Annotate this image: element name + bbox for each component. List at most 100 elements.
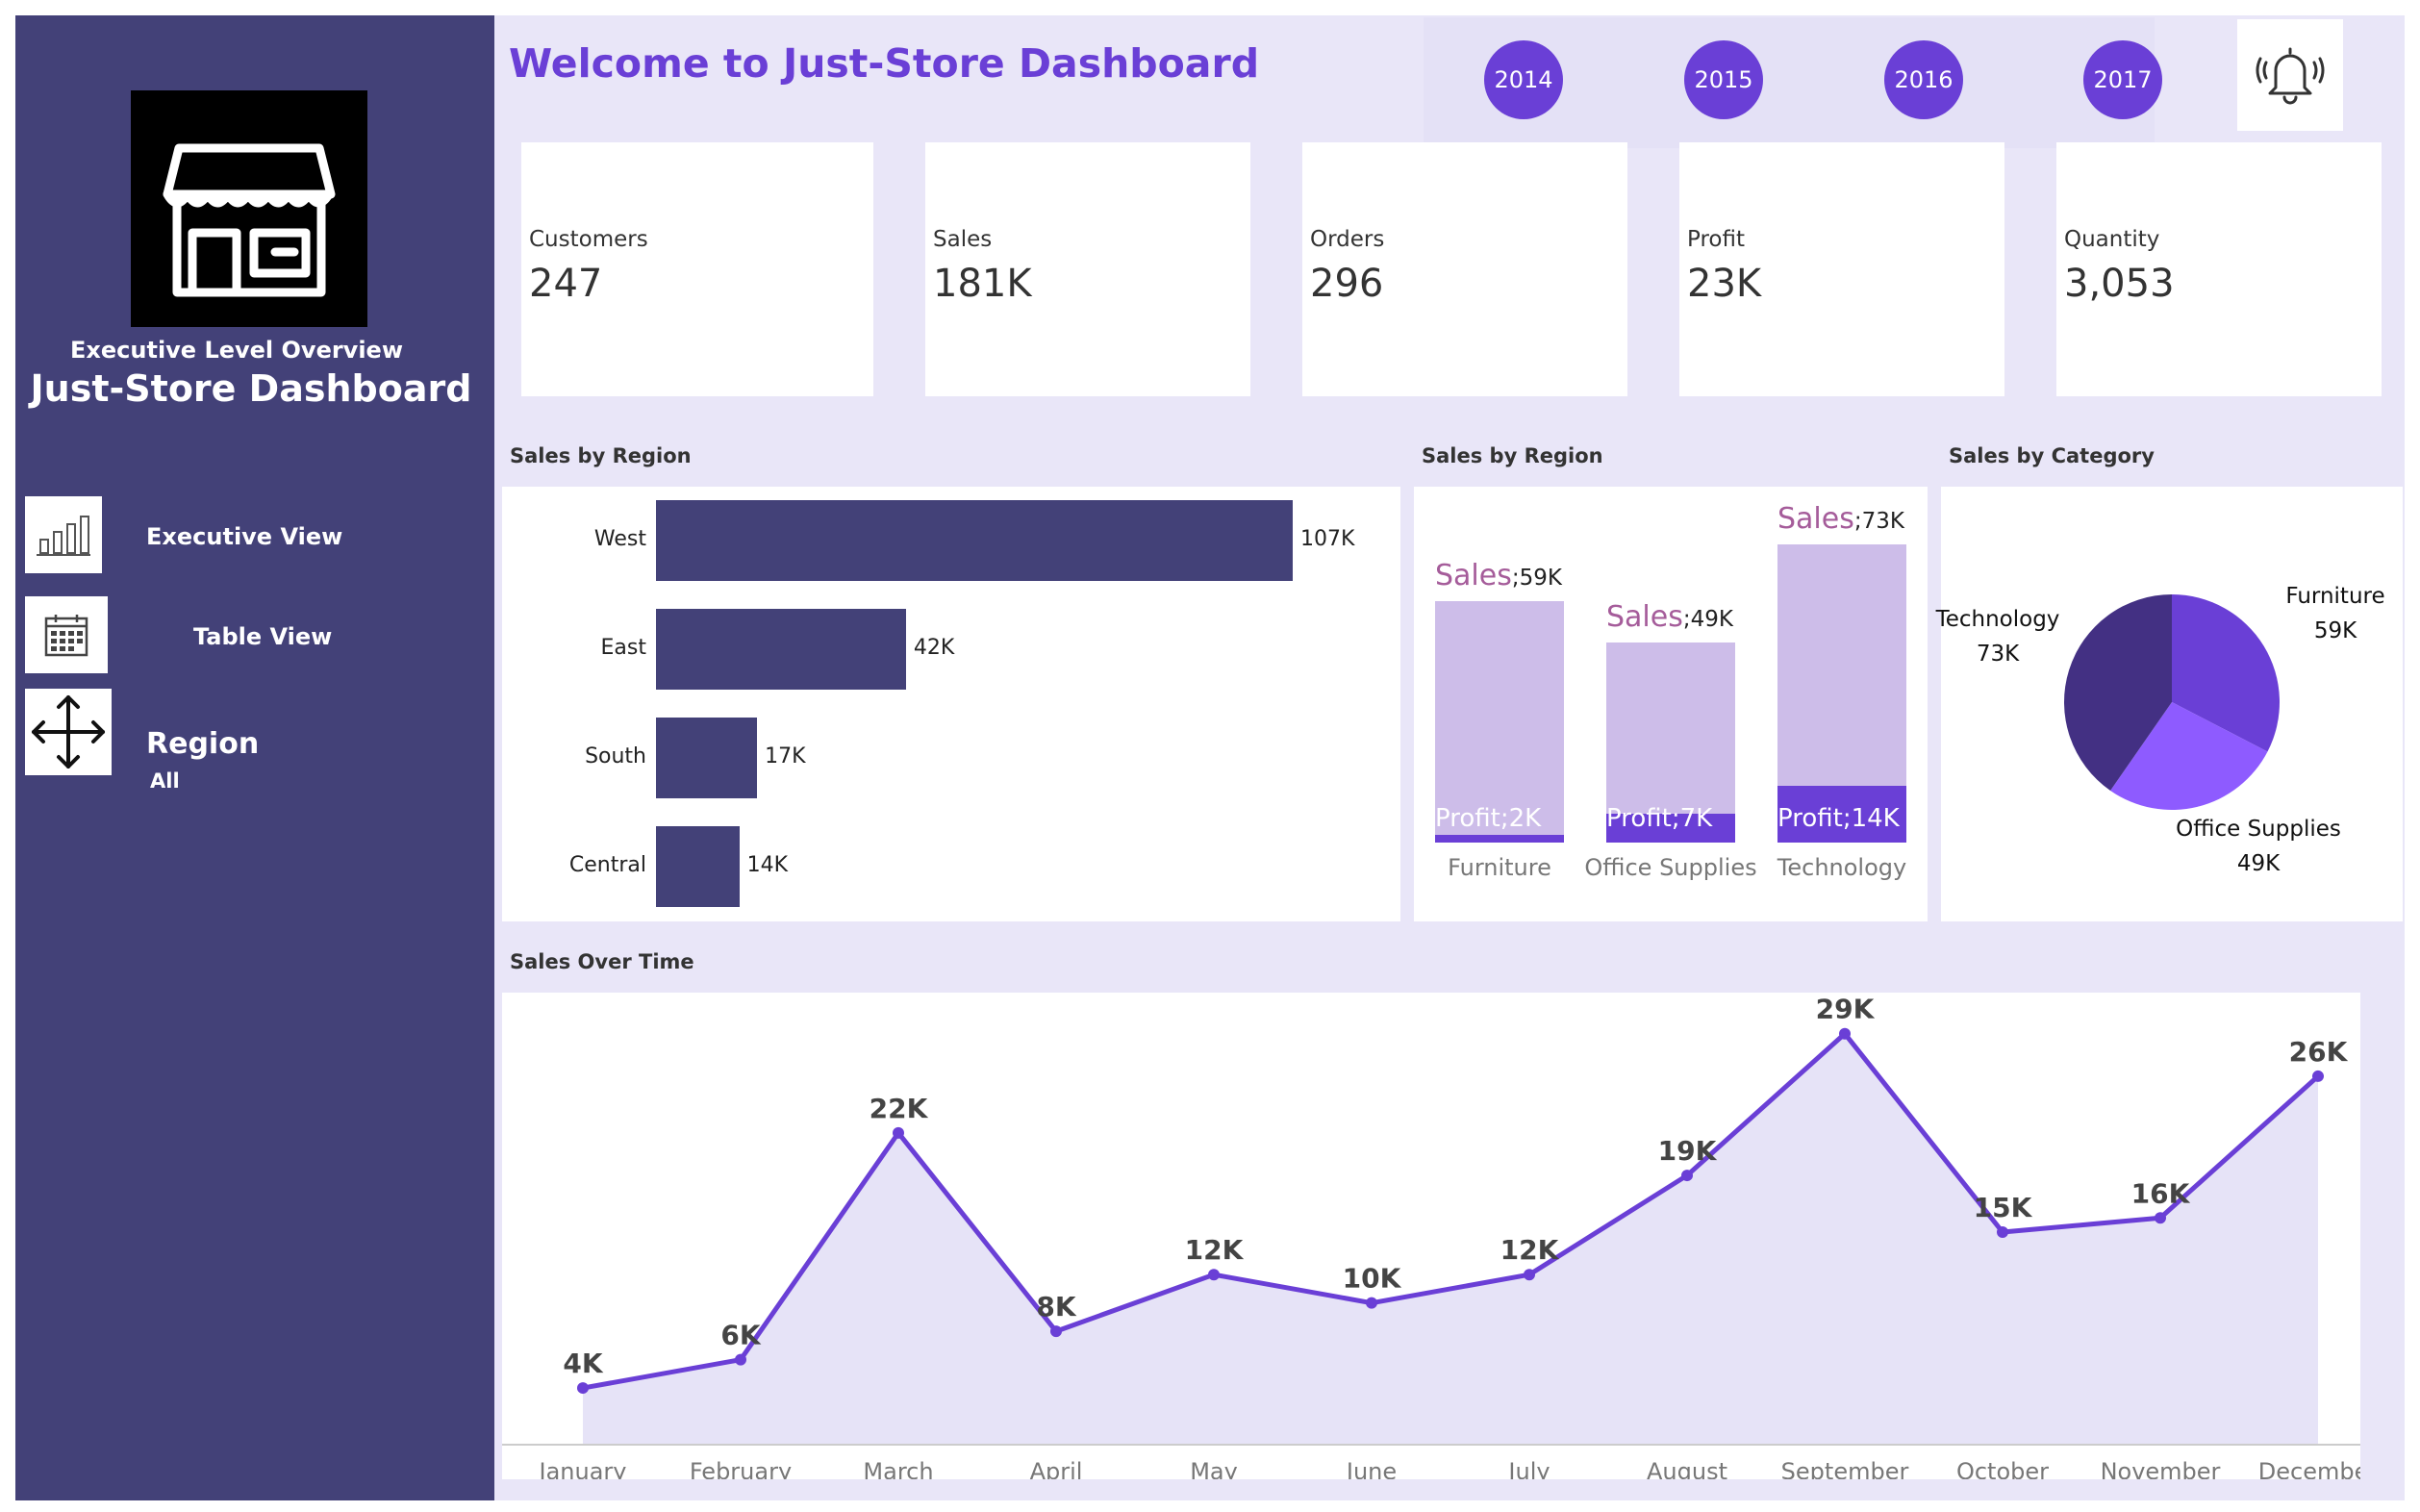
chart-title-sales-by-category-bars: Sales by Region [1422, 444, 1603, 467]
sales-by-category-pie-chart: Furniture 59K Office Supplies 49K Technology… [1936, 487, 2403, 921]
data-point[interactable] [1524, 1269, 1535, 1281]
year-button-2017[interactable]: 2017 [2083, 40, 2162, 119]
data-point[interactable] [1208, 1269, 1220, 1281]
bar [656, 500, 1293, 581]
sales-value-label: Sales;59K [1435, 559, 1562, 592]
move-arrows-icon[interactable] [25, 689, 112, 775]
series-name: Sales [1606, 599, 1683, 634]
profit-value-label: Profit;2K [1435, 804, 1542, 833]
pie-label-value: 59K [2313, 618, 2357, 643]
pie-label: Technology 73K [1935, 602, 2060, 671]
bar-value-label: 42K [913, 636, 955, 660]
kpi-card-orders: Orders 296 [1302, 142, 1627, 396]
data-label: 4K [563, 1348, 603, 1379]
pie-label-value: 73K [1976, 642, 2020, 667]
region-filter-value[interactable]: All [150, 769, 180, 793]
kpi-label: Profit [1687, 227, 1745, 252]
data-label: 29K [1816, 994, 1876, 1025]
data-point[interactable] [1839, 1027, 1851, 1040]
region-filter-label: Region [146, 727, 260, 761]
data-label: 26K [2289, 1036, 2349, 1068]
pie-label-name: Furniture [2285, 584, 2385, 609]
data-point[interactable] [893, 1126, 904, 1139]
x-tick-label: July [1506, 1458, 1550, 1479]
kpi-value: 23K [1687, 262, 1762, 306]
series-value: ;59K [1511, 566, 1562, 592]
data-label: 6K [720, 1320, 761, 1351]
chart-title-sales-by-region: Sales by Region [510, 444, 692, 467]
chart-title-sales-over-time: Sales Over Time [510, 950, 694, 973]
bar-chart-icon[interactable] [25, 496, 102, 573]
kpi-label: Quantity [2064, 227, 2160, 252]
series-name: Sales [1777, 502, 1854, 536]
sidebar-title: Just-Store Dashboard [30, 367, 472, 410]
x-tick-label: December [2258, 1458, 2360, 1479]
data-label: 16K [2131, 1177, 2191, 1209]
kpi-value: 181K [933, 262, 1032, 306]
data-point[interactable] [735, 1353, 746, 1366]
pie-label: Office Supplies 49K [2162, 812, 2355, 881]
notification-button[interactable] [2237, 19, 2343, 131]
data-label: 22K [870, 1093, 929, 1124]
kpi-card-customers: Customers 247 [521, 142, 873, 396]
profit-bar [1435, 834, 1564, 843]
sales-value-label: Sales;49K [1606, 600, 1733, 634]
data-point[interactable] [577, 1382, 589, 1395]
pie-label: Furniture 59K [2268, 579, 2403, 648]
data-label: 15K [1974, 1192, 2033, 1223]
bar [656, 718, 758, 798]
sales-over-time-chart: 4K January 6K February 22K March 8K April 12K May… [502, 993, 2378, 1485]
data-point[interactable] [1050, 1325, 1062, 1338]
calendar-icon[interactable] [25, 596, 108, 673]
store-icon [163, 143, 336, 297]
data-point[interactable] [1997, 1226, 2008, 1238]
kpi-card-sales: Sales 181K [925, 142, 1250, 396]
pie-label-name: Technology [1935, 607, 2060, 632]
nav-table-view[interactable]: Table View [193, 623, 332, 650]
pie-label-value: 49K [2236, 851, 2281, 876]
kpi-label: Customers [529, 227, 648, 252]
bar-label: East [600, 636, 646, 660]
bar-label: Central [568, 853, 646, 877]
x-tick-label: March [863, 1458, 933, 1479]
area-fill [583, 1033, 2318, 1445]
sidebar: Executive Level Overview Just-Store Dash… [15, 15, 494, 1500]
page-title: Welcome to Just-Store Dashboard [509, 40, 1260, 87]
x-tick-label: September [1781, 1458, 1909, 1479]
sidebar-subtitle: Executive Level Overview [70, 337, 403, 364]
nav-executive-view[interactable]: Executive View [146, 523, 342, 550]
sales-profit-stacked-chart: Sales;59K Profit;2K Furniture Sales;49K Prof… [1414, 487, 1928, 921]
bar-label: West [593, 527, 646, 551]
kpi-card-profit: Profit 23K [1679, 142, 2004, 396]
profit-value-label: Profit;7K [1606, 804, 1713, 833]
bell-icon [2256, 47, 2325, 105]
kpi-card-quantity: Quantity 3,053 [2056, 142, 2382, 396]
data-point[interactable] [1681, 1170, 1693, 1182]
x-tick-label: August [1647, 1458, 1727, 1479]
year-button-2016[interactable]: 2016 [1884, 40, 1963, 119]
year-button-2014[interactable]: 2014 [1484, 40, 1563, 119]
profit-value-label: Profit;14K [1777, 804, 1900, 833]
bar [656, 826, 740, 907]
x-tick-label: January [538, 1458, 627, 1479]
category-label: Furniture [1448, 854, 1551, 881]
pie-label-name: Office Supplies [2176, 817, 2341, 842]
kpi-label: Sales [933, 227, 993, 252]
kpi-label: Orders [1310, 227, 1385, 252]
bar [656, 609, 906, 690]
store-logo [131, 90, 367, 327]
kpi-value: 3,053 [2064, 262, 2175, 306]
x-tick-label: May [1190, 1458, 1238, 1479]
x-tick-label: October [1956, 1458, 2049, 1479]
data-point[interactable] [2312, 1070, 2324, 1082]
sales-by-region-bar-chart: West 107K East 42K South 17K Central 14K [502, 487, 1400, 921]
data-label: 19K [1658, 1135, 1718, 1167]
year-button-2015[interactable]: 2015 [1684, 40, 1763, 119]
data-point[interactable] [2155, 1212, 2166, 1224]
data-point[interactable] [1366, 1297, 1377, 1309]
kpi-value: 247 [529, 262, 603, 306]
series-value: ;49K [1682, 606, 1733, 632]
sales-value-label: Sales;73K [1777, 502, 1904, 536]
series-value: ;73K [1853, 509, 1904, 534]
data-label: 8K [1036, 1291, 1076, 1323]
